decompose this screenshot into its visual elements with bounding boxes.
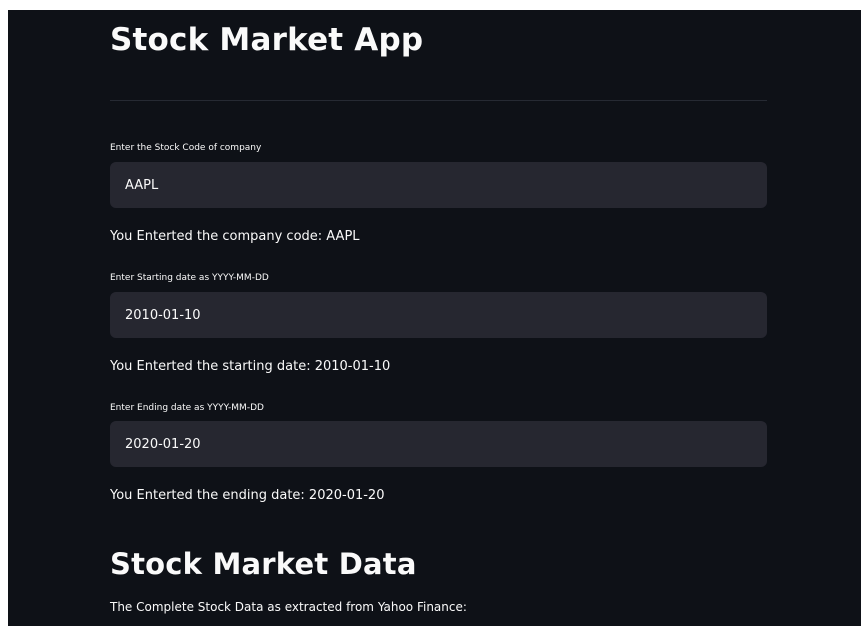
page-title: Stock Market App (110, 22, 424, 58)
title-divider (110, 100, 767, 101)
end-date-input[interactable] (110, 421, 767, 467)
stock-data-caption: The Complete Stock Data as extracted fro… (110, 600, 467, 614)
stock-code-echo: You Enterted the company code: AAPL (110, 229, 360, 244)
stock-code-label: Enter the Stock Code of company (110, 143, 262, 153)
start-date-input[interactable] (110, 292, 767, 338)
stock-code-input[interactable] (110, 162, 767, 208)
start-date-label: Enter Starting date as YYYY-MM-DD (110, 273, 269, 283)
start-date-echo: You Enterted the starting date: 2010-01-… (110, 359, 391, 374)
end-date-label: Enter Ending date as YYYY-MM-DD (110, 403, 264, 413)
end-date-echo: You Enterted the ending date: 2020-01-20 (110, 488, 385, 503)
app-main: Stock Market App Enter the Stock Code of… (8, 10, 861, 626)
stock-data-title: Stock Market Data (110, 547, 417, 581)
